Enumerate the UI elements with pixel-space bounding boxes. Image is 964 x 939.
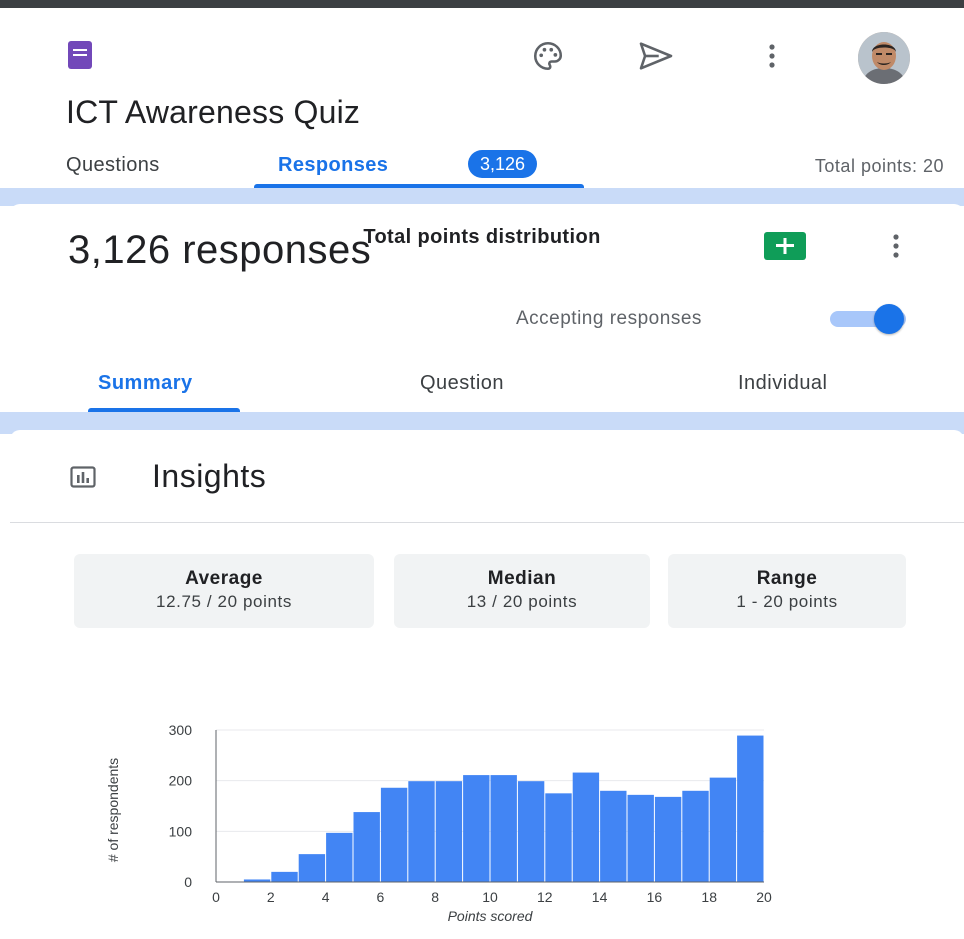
x-tick-label: 2 xyxy=(267,889,275,905)
x-tick-label: 18 xyxy=(701,889,717,905)
histogram-bar xyxy=(545,793,572,882)
x-tick-label: 4 xyxy=(322,889,330,905)
y-tick-label: 200 xyxy=(169,773,193,789)
y-tick-label: 300 xyxy=(169,722,193,738)
histogram-bar xyxy=(490,775,517,882)
histogram-bar xyxy=(380,787,408,882)
x-tick-label: 8 xyxy=(431,889,439,905)
histogram-bar xyxy=(353,812,380,882)
histogram-bar xyxy=(627,794,654,882)
histogram-bar xyxy=(271,871,298,882)
x-tick-label: 20 xyxy=(756,889,772,905)
points-distribution-chart: 0 100 200 300 0 2 4 6 8 10 12 14 16 18 20 Points scored… xyxy=(105,722,772,924)
y-axis-title: # of respondents xyxy=(105,758,121,862)
histogram-bar xyxy=(737,735,764,882)
x-tick-label: 0 xyxy=(212,889,220,905)
histogram-bar xyxy=(298,854,326,882)
x-tick-label: 12 xyxy=(537,889,553,905)
y-tick-label: 100 xyxy=(169,823,193,839)
y-tick-label: 0 xyxy=(184,874,192,890)
histogram-bar xyxy=(709,777,737,882)
histogram-bar xyxy=(600,790,627,882)
x-tick-label: 6 xyxy=(377,889,385,905)
x-tick-label: 14 xyxy=(592,889,608,905)
x-tick-label: 16 xyxy=(647,889,663,905)
histogram-bar xyxy=(572,772,600,882)
histogram-bar xyxy=(463,775,490,882)
histogram-bar xyxy=(517,781,545,882)
histogram-bar xyxy=(326,832,353,882)
histogram-bar xyxy=(435,781,463,882)
histogram-bar xyxy=(654,796,682,882)
histogram-bar xyxy=(682,790,709,882)
x-tick-label: 10 xyxy=(482,889,498,905)
histogram-bar xyxy=(408,781,435,882)
x-axis-title: Points scored xyxy=(448,908,534,924)
